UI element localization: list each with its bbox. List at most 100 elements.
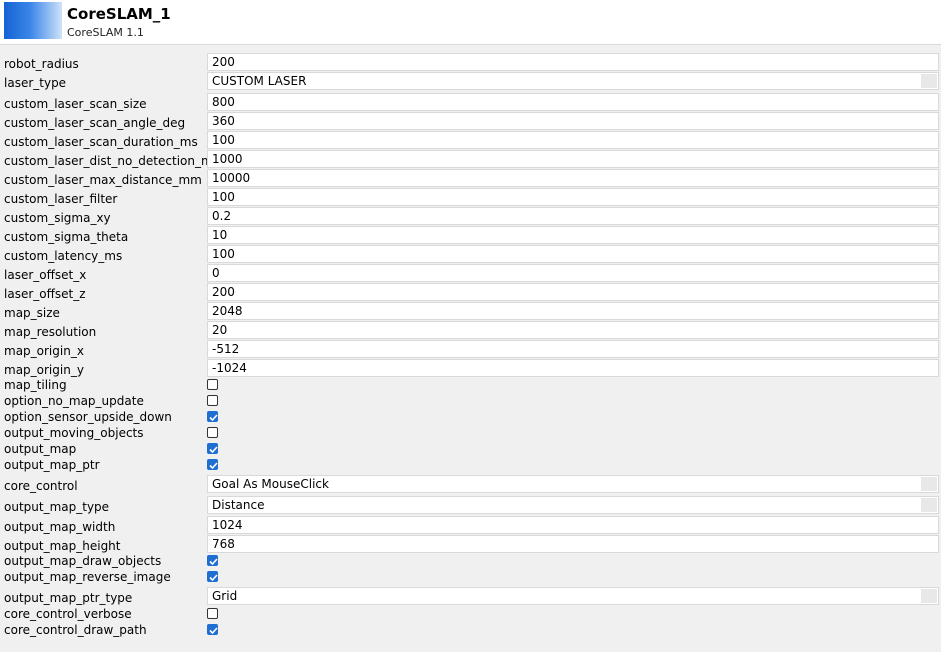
core-control-verbose-checkbox[interactable] [207,608,218,619]
property-row-core-control: core_control Goal As MouseClick [0,475,941,494]
output-map-ptr-checkbox[interactable] [207,459,218,470]
dropdown-indicator[interactable] [921,477,937,491]
checkmark-icon [209,446,218,454]
map-origin-y-input[interactable]: -1024 [207,359,939,377]
property-row-custom-sigma-xy: custom_sigma_xy 0.2 [0,207,941,226]
property-label: robot_radius [4,57,79,71]
property-label: custom_latency_ms [4,249,123,263]
output-map-width-input[interactable]: 1024 [207,516,939,534]
map-origin-x-input[interactable]: -512 [207,340,939,358]
field-value: 360 [212,114,235,128]
field-value: 200 [212,285,235,299]
coreslam-logo [4,2,62,39]
field-value: CUSTOM LASER [212,74,307,88]
property-row-output-map-type: output_map_type Distance [0,496,941,515]
property-label: custom_laser_scan_size [4,97,147,111]
field-value: 200 [212,55,235,69]
property-label: laser_offset_z [4,287,86,301]
field-value: -1024 [212,361,247,375]
dropdown-indicator[interactable] [921,74,937,88]
property-row-robot-radius: robot_radius 200 [0,53,941,72]
custom-laser-scan-angle-deg-input[interactable]: 360 [207,112,939,130]
property-label: output_map_ptr [4,458,100,472]
checkmark-icon [209,462,218,470]
laser-offset-x-input[interactable]: 0 [207,264,939,282]
map-resolution-input[interactable]: 20 [207,321,939,339]
property-row-core-control-verbose: core_control_verbose [0,607,941,623]
property-row-core-control-draw-path: core_control_draw_path [0,623,941,639]
property-label: output_moving_objects [4,426,144,440]
option-no-map-update-checkbox[interactable] [207,395,218,406]
property-label: custom_sigma_theta [4,230,129,244]
field-value: 10 [212,228,228,242]
field-value: 10000 [212,171,251,185]
property-label: core_control_draw_path [4,623,147,637]
option-sensor-upside-down-checkbox[interactable] [207,411,218,422]
property-row-map-origin-x: map_origin_x -512 [0,340,941,359]
map-size-input[interactable]: 2048 [207,302,939,320]
property-row-laser-type: laser_type CUSTOM LASER [0,72,941,91]
checkmark-icon [209,558,218,566]
dropdown-indicator[interactable] [921,498,937,512]
laser-offset-z-input[interactable]: 200 [207,283,939,301]
custom-sigma-xy-input[interactable]: 0.2 [207,207,939,225]
custom-latency-ms-input[interactable]: 100 [207,245,939,263]
core-control-dropdown[interactable]: Goal As MouseClick [207,475,939,493]
property-row-custom-laser-scan-angle-deg: custom_laser_scan_angle_deg 360 [0,112,941,131]
module-title: CoreSLAM_1 [67,5,171,23]
property-label: output_map_width [4,520,116,534]
property-row-custom-laser-scan-duration-ms: custom_laser_scan_duration_ms 100 [0,131,941,150]
property-row-custom-laser-max-distance-mm: custom_laser_max_distance_mm 10000 [0,169,941,188]
field-value: -512 [212,342,240,356]
laser-type-dropdown[interactable]: CUSTOM LASER [207,72,939,90]
dropdown-indicator[interactable] [921,589,937,603]
property-row-map-resolution: map_resolution 20 [0,321,941,340]
field-value: 100 [212,133,235,147]
custom-laser-filter-input[interactable]: 100 [207,188,939,206]
property-row-option-no-map-update: option_no_map_update [0,394,941,410]
property-label: output_map_type [4,500,110,514]
property-row-laser-offset-z: laser_offset_z 200 [0,283,941,302]
robot-radius-input[interactable]: 200 [207,53,939,71]
field-value: 2048 [212,304,243,318]
property-row-custom-sigma-theta: custom_sigma_theta 10 [0,226,941,245]
property-row-map-tiling: map_tiling [0,378,941,394]
checkmark-icon [209,627,218,635]
field-value: 800 [212,95,235,109]
property-row-custom-laser-filter: custom_laser_filter 100 [0,188,941,207]
property-row-output-moving-objects: output_moving_objects [0,426,941,442]
property-row-custom-laser-scan-size: custom_laser_scan_size 800 [0,93,941,112]
property-label: output_map_reverse_image [4,570,171,584]
property-label: map_origin_x [4,344,84,358]
output-map-type-dropdown[interactable]: Distance [207,496,939,514]
output-map-reverse-image-checkbox[interactable] [207,571,218,582]
output-map-ptr-type-dropdown[interactable]: Grid [207,587,939,605]
property-row-output-map-width: output_map_width 1024 [0,516,941,535]
output-map-height-input[interactable]: 768 [207,535,939,553]
property-label: laser_type [4,76,67,90]
property-row-laser-offset-x: laser_offset_x 0 [0,264,941,283]
map-tiling-checkbox[interactable] [207,379,218,390]
property-label: custom_sigma_xy [4,211,111,225]
property-label: map_tiling [4,378,67,392]
property-label: output_map_draw_objects [4,554,162,568]
property-row-option-sensor-upside-down: option_sensor_upside_down [0,410,941,426]
custom-laser-dist-no-detection-mm-input[interactable]: 1000 [207,150,939,168]
property-label: option_no_map_update [4,394,144,408]
property-label: custom_laser_scan_angle_deg [4,116,186,130]
output-moving-objects-checkbox[interactable] [207,427,218,438]
property-row-output-map-reverse-image: output_map_reverse_image [0,570,941,586]
property-label: output_map_ptr_type [4,591,133,605]
property-row-map-origin-y: map_origin_y -1024 [0,359,941,378]
custom-laser-scan-size-input[interactable]: 800 [207,93,939,111]
custom-sigma-theta-input[interactable]: 10 [207,226,939,244]
output-map-checkbox[interactable] [207,443,218,454]
property-label: core_control_verbose [4,607,132,621]
field-value: 100 [212,247,235,261]
custom-laser-scan-duration-ms-input[interactable]: 100 [207,131,939,149]
property-label: map_resolution [4,325,97,339]
custom-laser-max-distance-mm-input[interactable]: 10000 [207,169,939,187]
core-control-draw-path-checkbox[interactable] [207,624,218,635]
output-map-draw-objects-checkbox[interactable] [207,555,218,566]
field-value: 0.2 [212,209,232,223]
